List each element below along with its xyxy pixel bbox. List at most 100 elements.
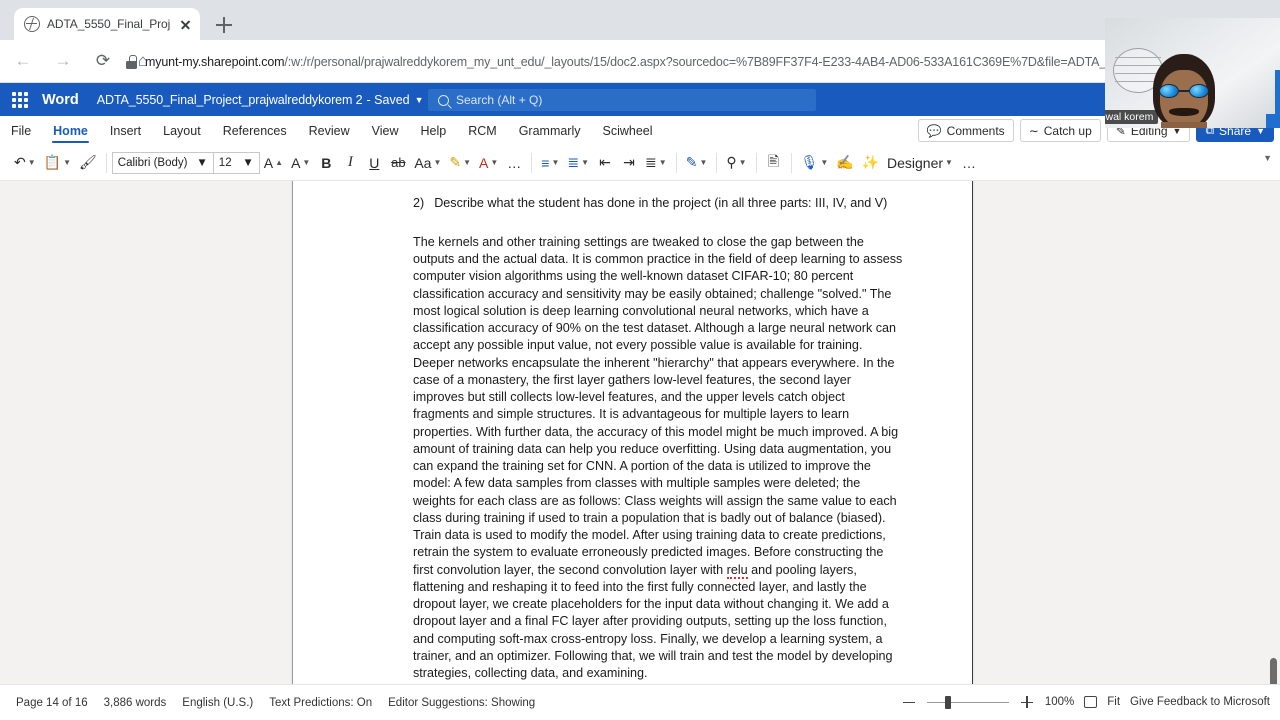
tab-references[interactable]: References bbox=[212, 116, 298, 145]
app-launcher-icon[interactable] bbox=[12, 91, 28, 108]
document-page[interactable]: 2) Describe what the student has done in… bbox=[292, 181, 973, 684]
chevron-down-icon: ▼ bbox=[463, 158, 472, 167]
increase-indent-button[interactable]: ⇥ bbox=[617, 150, 641, 176]
decrease-indent-button[interactable]: ⇤ bbox=[593, 150, 617, 176]
tab-view[interactable]: View bbox=[361, 116, 410, 145]
collapse-ribbon-icon[interactable]: ▼ bbox=[1263, 153, 1272, 163]
editor-button[interactable]: ✍ bbox=[832, 150, 857, 176]
designer-button[interactable]: ✨ Designer ▼ bbox=[858, 150, 957, 176]
feedback-link[interactable]: Give Feedback to Microsoft bbox=[1130, 696, 1270, 708]
chevron-down-icon: ▼ bbox=[196, 156, 208, 169]
fit-page-icon[interactable] bbox=[1084, 696, 1098, 708]
dictate-button[interactable]: 🎙 ▼ bbox=[797, 150, 833, 176]
lock-icon bbox=[126, 55, 137, 69]
immersive-reader-button[interactable]: 🖹 bbox=[762, 150, 786, 176]
new-tab-button[interactable] bbox=[212, 13, 236, 37]
tab-sciwheel[interactable]: Sciwheel bbox=[592, 116, 664, 145]
document-text-area[interactable]: 2) Describe what the student has done in… bbox=[413, 195, 903, 682]
reload-icon[interactable]: ⟳ bbox=[86, 44, 120, 78]
comment-icon: 💬 bbox=[926, 123, 942, 138]
person-moustache bbox=[1169, 108, 1199, 116]
document-name[interactable]: ADTA_5550_Final_Project_prajwalreddykore… bbox=[97, 93, 363, 107]
zoom-slider[interactable] bbox=[926, 694, 1009, 710]
search-input[interactable]: Search (Alt + Q) bbox=[428, 89, 816, 111]
comments-label: Comments bbox=[946, 123, 1005, 138]
address-bar-url: myunt-my.sharepoint.com/:w:/r/personal/p… bbox=[145, 55, 1151, 69]
find-button[interactable]: ⚲ ▼ bbox=[722, 150, 750, 176]
font-family-select[interactable]: Calibri (Body) ▼ bbox=[111, 151, 214, 174]
address-bar[interactable]: myunt-my.sharepoint.com/:w:/r/personal/p… bbox=[118, 50, 1238, 74]
change-case-button[interactable]: Aa ▼ bbox=[410, 150, 445, 176]
formatting-ribbon: ↶ ▼ 📋 ▼ 🖌 Calibri (Body) ▼ 12 ▼ A ▲ A ▼ B I … bbox=[0, 145, 1280, 181]
person-neck bbox=[1161, 122, 1207, 128]
chevron-down-icon: ▼ bbox=[820, 158, 829, 167]
fit-label[interactable]: Fit bbox=[1107, 696, 1120, 708]
zoom-in-button[interactable] bbox=[1019, 694, 1035, 710]
grow-font-button[interactable]: A ▲ bbox=[260, 150, 287, 176]
numbered-list-button[interactable]: ≣ ▼ bbox=[563, 150, 593, 176]
editor-suggestions-status[interactable]: Editor Suggestions: Showing bbox=[388, 697, 535, 709]
body-text-part1: The kernels and other training settings … bbox=[413, 234, 903, 577]
text-predictions-status[interactable]: Text Predictions: On bbox=[269, 697, 372, 709]
ribbon-divider bbox=[675, 152, 677, 173]
zoom-slider-thumb[interactable] bbox=[944, 696, 951, 709]
underline-button[interactable]: U bbox=[362, 150, 386, 176]
bullet-list-button[interactable]: ≡ ▼ bbox=[537, 150, 563, 176]
styles-button[interactable]: ✎ ▼ bbox=[682, 150, 712, 176]
chevron-down-icon[interactable]: ▼ bbox=[415, 95, 424, 105]
tab-review[interactable]: Review bbox=[298, 116, 361, 145]
shrink-font-button[interactable]: A ▼ bbox=[287, 150, 314, 176]
word-count[interactable]: 3,886 words bbox=[104, 697, 167, 709]
forward-icon[interactable]: → bbox=[46, 44, 80, 78]
browser-tab[interactable]: ADTA_5550_Final_Project_prajwa bbox=[14, 8, 200, 40]
format-painter-button[interactable]: 🖌 bbox=[75, 150, 101, 176]
caret-down-icon: ▼ bbox=[302, 158, 311, 167]
font-color-button[interactable]: A ▼ bbox=[475, 150, 502, 176]
webcam-overlay[interactable]: prajwal korem bbox=[1105, 18, 1280, 128]
paste-button[interactable]: 📋 ▼ bbox=[40, 150, 75, 176]
strikethrough-button[interactable]: ab bbox=[386, 150, 410, 176]
highlight-color-button[interactable]: ✎ ▼ bbox=[445, 150, 475, 176]
zoom-level[interactable]: 100% bbox=[1045, 696, 1074, 708]
language-indicator[interactable]: English (U.S.) bbox=[182, 697, 253, 709]
tab-insert[interactable]: Insert bbox=[99, 116, 152, 145]
bold-button[interactable]: B bbox=[314, 150, 338, 176]
body-text-part2: and pooling layers, flattening and resha… bbox=[413, 562, 893, 681]
browser-window: ADTA_5550_Final_Project_prajwa ← → ⟳ ⌂ m… bbox=[0, 0, 1280, 720]
tab-grammarly[interactable]: Grammarly bbox=[508, 116, 592, 145]
word-app-header: Word ADTA_5550_Final_Project_prajwalredd… bbox=[0, 83, 1280, 116]
search-icon bbox=[438, 94, 449, 106]
chevron-down-icon: ▼ bbox=[63, 158, 72, 167]
tab-file[interactable]: File bbox=[0, 116, 42, 145]
back-icon[interactable]: ← bbox=[6, 44, 40, 78]
tab-home[interactable]: Home bbox=[42, 116, 99, 145]
tab-help[interactable]: Help bbox=[410, 116, 458, 145]
undo-button[interactable]: ↶ ▼ bbox=[10, 150, 40, 176]
chevron-down-icon: ▼ bbox=[699, 158, 708, 167]
save-status: - Saved bbox=[366, 92, 410, 107]
word-brand-label[interactable]: Word bbox=[42, 92, 79, 108]
comments-button[interactable]: 💬 Comments bbox=[917, 119, 1014, 142]
align-button[interactable]: ≣ ▼ bbox=[641, 150, 671, 176]
designer-label: Designer bbox=[887, 154, 944, 171]
ribbon-divider bbox=[716, 152, 718, 173]
close-icon[interactable] bbox=[177, 16, 194, 33]
ribbon-overflow-button[interactable]: … bbox=[957, 150, 981, 176]
misspelled-word[interactable]: relu bbox=[726, 562, 748, 579]
tab-layout[interactable]: Layout bbox=[152, 116, 212, 145]
more-font-options-button[interactable]: … bbox=[502, 150, 526, 176]
font-size-select[interactable]: 12 ▼ bbox=[213, 151, 260, 174]
page-indicator[interactable]: Page 14 of 16 bbox=[16, 697, 88, 709]
chevron-down-icon: ▼ bbox=[658, 158, 667, 167]
wand-icon: ✨ bbox=[861, 154, 880, 170]
body-paragraph: The kernels and other training settings … bbox=[413, 234, 903, 683]
font-family-value: Calibri (Body) bbox=[117, 156, 188, 169]
caret-up-icon: ▲ bbox=[275, 158, 284, 167]
chevron-down-icon: ▼ bbox=[738, 158, 747, 167]
vertical-scrollbar[interactable] bbox=[1267, 181, 1280, 700]
italic-button[interactable]: I bbox=[338, 150, 362, 176]
zoom-out-button[interactable] bbox=[901, 694, 917, 710]
chevron-down-icon: ▼ bbox=[581, 158, 590, 167]
catch-up-button[interactable]: ∼ Catch up bbox=[1019, 119, 1101, 142]
tab-rcm[interactable]: RCM bbox=[457, 116, 507, 145]
